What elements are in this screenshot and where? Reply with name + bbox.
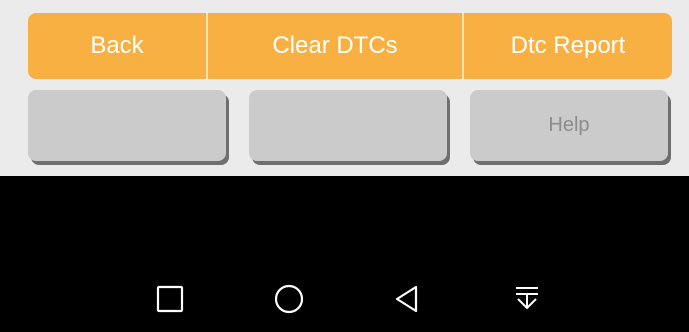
app-panel: Back Clear DTCs Dtc Report Help <box>0 0 689 176</box>
circle-home-icon[interactable] <box>272 282 306 316</box>
blank-button-2[interactable] <box>249 90 447 161</box>
system-nav-bar <box>0 262 689 332</box>
triangle-back-icon[interactable] <box>390 282 424 316</box>
back-button[interactable]: Back <box>28 13 206 79</box>
dtc-report-button[interactable]: Dtc Report <box>462 13 672 79</box>
action-bar: Back Clear DTCs Dtc Report <box>28 13 672 79</box>
help-button[interactable]: Help <box>470 90 668 161</box>
blank-button-1[interactable] <box>28 90 226 161</box>
clear-dtcs-button[interactable]: Clear DTCs <box>206 13 462 79</box>
square-recents-icon[interactable] <box>153 282 187 316</box>
notification-pull-icon[interactable] <box>510 282 544 316</box>
